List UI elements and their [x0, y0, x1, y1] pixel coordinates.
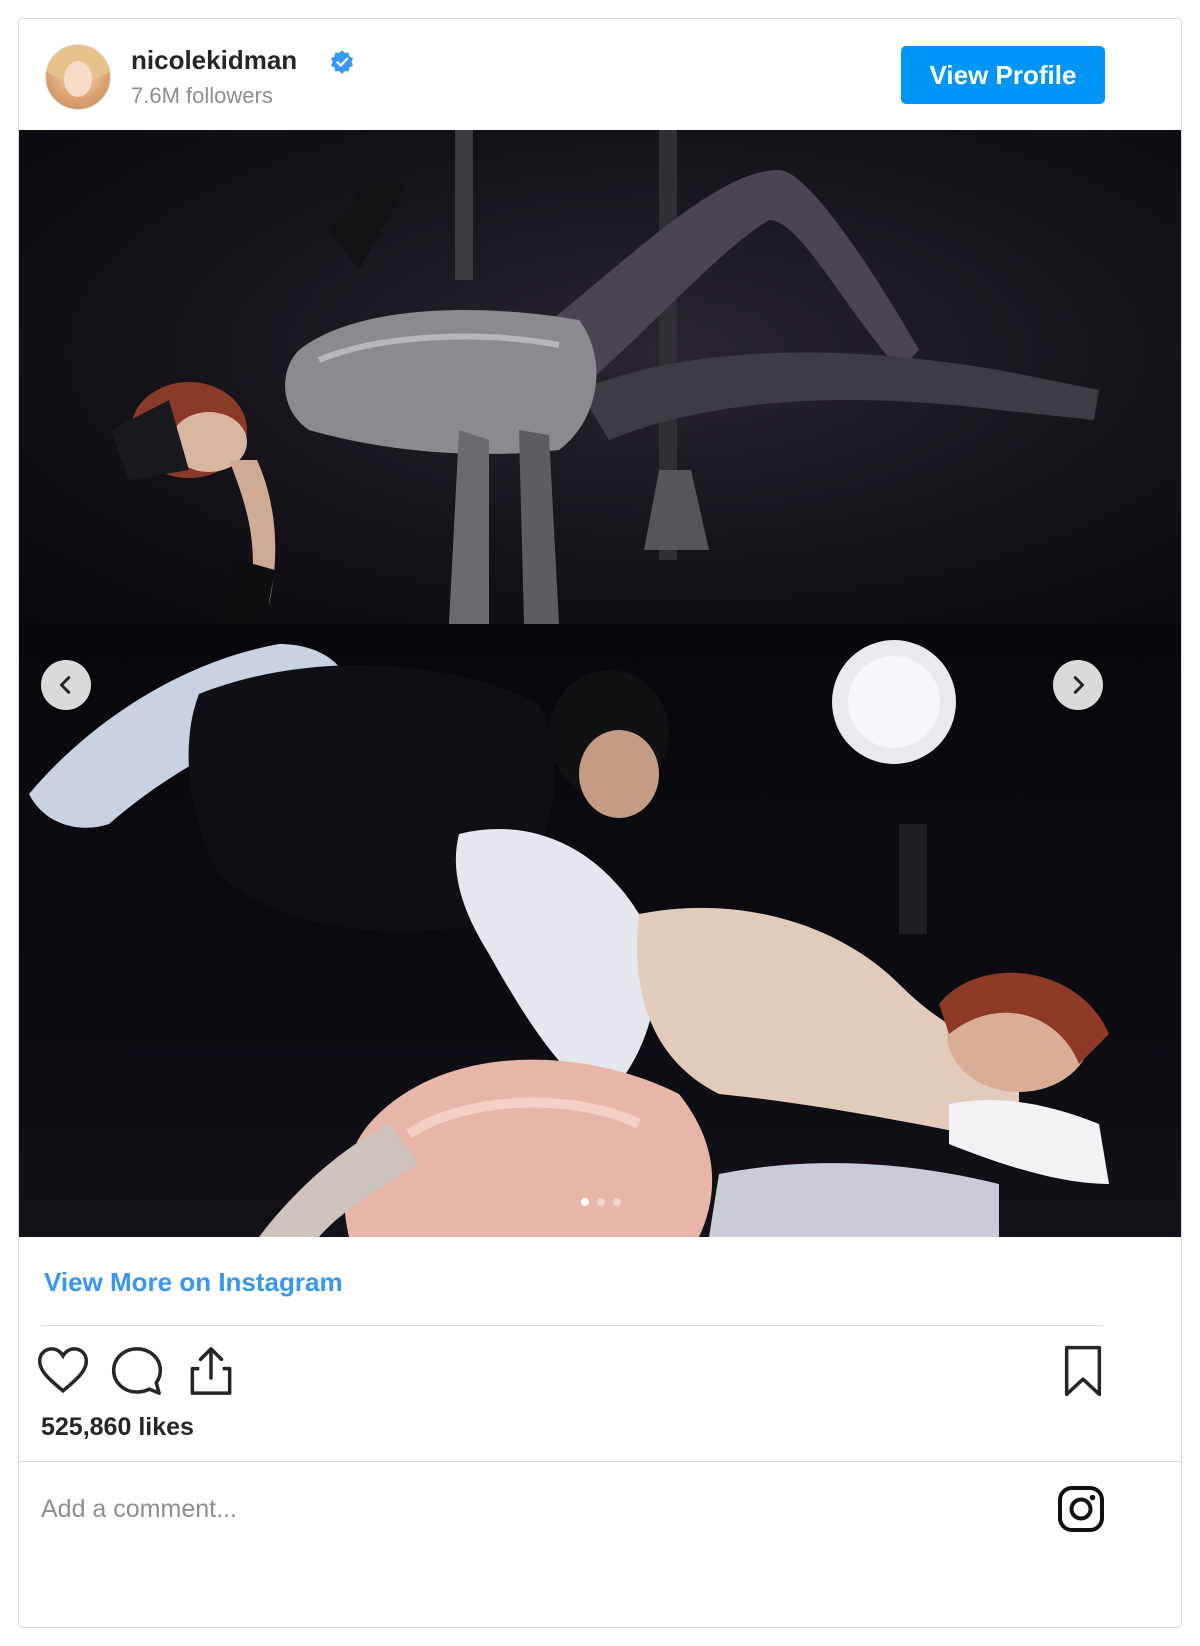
verified-badge-icon [330, 50, 354, 74]
view-profile-button[interactable]: View Profile [901, 46, 1105, 104]
carousel-indicator [19, 1198, 1181, 1206]
divider [41, 1325, 1103, 1326]
carousel-next-button[interactable] [1053, 660, 1103, 710]
carousel-dot [581, 1198, 589, 1206]
heart-icon[interactable] [35, 1343, 91, 1399]
photo-couple-dance [19, 624, 1181, 1237]
instagram-embed-card: nicolekidman 7.6M followers View Profile [18, 18, 1182, 1628]
follower-count: 7.6M followers [131, 83, 273, 108]
chevron-left-icon [59, 676, 71, 694]
username[interactable]: nicolekidman [131, 45, 297, 76]
divider [19, 1461, 1181, 1462]
comment-bubble-icon[interactable] [109, 1343, 165, 1399]
carousel-dot [613, 1198, 621, 1206]
post-header: nicolekidman 7.6M followers View Profile [19, 19, 1181, 137]
post-media-carousel[interactable] [19, 130, 1181, 1237]
comment-input[interactable] [41, 1481, 941, 1537]
bookmark-icon[interactable] [1055, 1343, 1111, 1399]
view-more-link[interactable]: View More on Instagram [44, 1267, 343, 1298]
instagram-icon[interactable] [1057, 1485, 1105, 1533]
avatar[interactable] [45, 44, 111, 110]
share-icon[interactable] [183, 1343, 239, 1399]
carousel-dot [597, 1198, 605, 1206]
like-count: 525,860 likes [41, 1413, 194, 1441]
photo-aerialist [19, 130, 1181, 624]
avatar-face [64, 61, 92, 97]
chevron-right-icon [1073, 676, 1085, 694]
carousel-prev-button[interactable] [41, 660, 91, 710]
